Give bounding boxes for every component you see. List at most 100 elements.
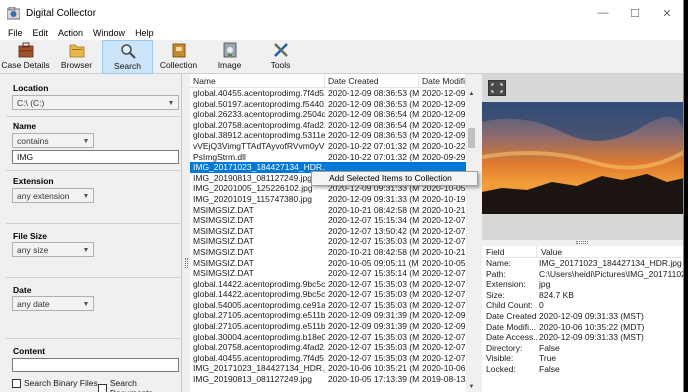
table-row[interactable]: IMG_20201019_115747380.jpg 2020-12-09 09:… bbox=[190, 194, 466, 205]
properties-rows: Name: IMG_20171023_184427134_HDR.jpg Path:… bbox=[482, 258, 684, 375]
property-field: Locked: bbox=[486, 363, 516, 374]
cell-name: global.27105.acentoprodimg.e511b... bbox=[193, 321, 325, 332]
properties-table: Field Value Name: IMG_20171023_184427134_… bbox=[482, 246, 684, 392]
table-row[interactable]: MSIMGSIZ.DAT 2020-12-07 15:35:14 (M... 202… bbox=[190, 268, 466, 279]
table-row[interactable]: MSIMGSIZ.DAT 2020-10-21 08:42:58 (M... 202… bbox=[190, 247, 466, 258]
cell-date-modified: 2020-12-09 bbox=[422, 98, 466, 109]
tools-icon bbox=[272, 42, 290, 58]
table-row[interactable]: global.50197.acentoprodimg.f5440... 2020-… bbox=[190, 99, 466, 110]
table-row[interactable]: IMG_20171023_184427134_HDR.jpg 2020-10-06… bbox=[190, 363, 466, 374]
menu-edit[interactable]: Edit bbox=[29, 28, 55, 38]
column-date-created[interactable]: Date Created bbox=[325, 74, 419, 87]
column-name[interactable]: Name bbox=[190, 74, 325, 87]
menu-action[interactable]: Action bbox=[54, 28, 89, 38]
cell-name: IMG_20190813_081127249.jpg bbox=[193, 172, 312, 183]
title-bar: Digital Collector — ☐ ✕ bbox=[0, 0, 683, 26]
cell-name: IMG_20190813_081127249.jpg bbox=[193, 374, 312, 385]
table-row[interactable]: IMG_20190813_081127249.jpg 2020-10-05 17:… bbox=[190, 374, 466, 385]
table-row[interactable]: global.14422.acentoprodimg.9bc5c... 2020-… bbox=[190, 289, 466, 300]
table-row[interactable]: MSIMGSIZ.DAT 2020-10-05 09:05:11 (M... 202… bbox=[190, 258, 466, 269]
table-row[interactable]: MSIMGSIZ.DAT 2020-10-21 08:42:58 (M... 202… bbox=[190, 205, 466, 216]
cell-date-created: 2020-10-22 07:01:32 (M... bbox=[328, 151, 419, 162]
property-row: Locked: False bbox=[482, 363, 683, 375]
cell-date-created: 2020-10-05 17:13:39 (M... bbox=[328, 374, 419, 385]
image-button[interactable]: Image bbox=[204, 40, 255, 74]
table-row[interactable]: global.14422.acentoprodimg.9bc5c... 2020-… bbox=[190, 279, 466, 290]
cell-date-created: 2020-10-21 08:42:58 (M... bbox=[328, 246, 419, 257]
maximize-button[interactable]: ☐ bbox=[619, 0, 651, 26]
results-scrollbar[interactable]: ▲ ▼ bbox=[466, 88, 477, 392]
search-binary-checkbox[interactable]: Search Binary Files bbox=[12, 378, 98, 388]
context-menu-add-to-collection[interactable]: Add Selected Items to Collection bbox=[311, 171, 478, 186]
property-field: Date Access... bbox=[486, 332, 537, 343]
cell-date-created: 2020-12-07 15:35:03 (M... bbox=[328, 342, 419, 353]
table-row[interactable]: global.27105.acentoprodimg.e511b... 2020-… bbox=[190, 321, 466, 332]
name-mode-select[interactable]: contains ▼ bbox=[12, 133, 94, 148]
table-row[interactable]: vVEjQ3VimgTTAdTAyvofRVvm0yV7... 2020-10-2… bbox=[190, 141, 466, 152]
table-row[interactable]: MSIMGSIZ.DAT 2020-12-07 15:35:03 (M... 202… bbox=[190, 236, 466, 247]
cell-date-modified: 2020-12-07 bbox=[422, 236, 466, 247]
cell-date-modified: 2020-12-07 bbox=[422, 299, 466, 310]
property-value: jpg bbox=[539, 279, 551, 290]
scroll-up-icon[interactable]: ▲ bbox=[466, 88, 477, 99]
property-row: Size: 824.7 KB bbox=[482, 290, 683, 301]
browser-button[interactable]: Browser bbox=[51, 40, 102, 74]
date-select[interactable]: any date ▼ bbox=[12, 296, 94, 311]
divider bbox=[6, 116, 180, 117]
table-row[interactable]: global.27105.acentoprodimg.e511b... 2020-… bbox=[190, 310, 466, 321]
property-row: Date Access... 2020-12-09 09:31:33 (MST) bbox=[482, 332, 683, 343]
location-select[interactable]: C:\ (C:) ▼ bbox=[12, 95, 179, 110]
property-value: C:\Users\heidi\Pictures\IMG_20171102... bbox=[539, 268, 684, 279]
splitter-grip-icon bbox=[185, 258, 188, 268]
table-row[interactable]: global.26233.acentoprodimg.2504d... 2020-… bbox=[190, 109, 466, 120]
chevron-down-icon: ▼ bbox=[82, 137, 90, 145]
search-tool-button[interactable]: Search bbox=[102, 40, 153, 74]
cell-name: global.40455.acentoprodimg.7f4d5... bbox=[193, 88, 325, 98]
table-row[interactable]: global.20758.acentoprodimg.4fad2... 2020-… bbox=[190, 342, 466, 353]
table-row[interactable]: MSIMGSIZ.DAT 2020-12-07 15:15:34 (M... 202… bbox=[190, 215, 466, 226]
horizontal-splitter-grip-icon[interactable] bbox=[576, 241, 588, 244]
property-row: Date Modifi... 2020-10-06 10:35:22 (MDT) bbox=[482, 321, 683, 333]
cell-name: global.30004.acentoprodimg.b18e0... bbox=[193, 331, 325, 342]
table-row[interactable]: global.40455.acentoprodimg.7f4d5... 2020-… bbox=[190, 88, 466, 99]
scroll-thumb[interactable] bbox=[468, 128, 475, 148]
tools-button[interactable]: Tools bbox=[255, 40, 306, 74]
case-details-button[interactable]: Case Details bbox=[0, 40, 51, 74]
table-row[interactable]: global.54005.acentoprodimg.ce91a... 2020-… bbox=[190, 300, 466, 311]
cell-name: MSIMGSIZ.DAT bbox=[193, 246, 254, 257]
column-value[interactable]: Value bbox=[537, 246, 683, 257]
menu-file[interactable]: File bbox=[4, 28, 29, 38]
chevron-down-icon: ▼ bbox=[167, 99, 175, 107]
extension-select[interactable]: any extension ▼ bbox=[12, 188, 94, 203]
cell-name: IMG_20171023_184427134_HDR.jpg bbox=[193, 162, 325, 173]
fit-to-window-icon[interactable] bbox=[488, 80, 506, 96]
table-row[interactable]: global.30004.acentoprodimg.b18e0... 2020-… bbox=[190, 332, 466, 343]
cell-date-modified: 2020-12-07 bbox=[422, 268, 466, 279]
name-label: Name bbox=[13, 121, 37, 131]
menu-help[interactable]: Help bbox=[131, 28, 160, 38]
panel-splitter[interactable] bbox=[183, 74, 189, 392]
minimize-button[interactable]: — bbox=[587, 0, 619, 26]
cell-date-created: 2020-10-21 08:42:58 (M... bbox=[328, 204, 419, 215]
property-value: 0 bbox=[539, 300, 544, 311]
table-row[interactable]: PsImgStrm.dll 2020-10-22 07:01:32 (M... 20… bbox=[190, 152, 466, 163]
scroll-down-icon[interactable]: ▼ bbox=[466, 381, 477, 392]
property-field: Date Modifi... bbox=[486, 321, 537, 332]
filesize-label: File Size bbox=[13, 231, 48, 241]
cell-date-modified: 2020-12-07 bbox=[422, 342, 466, 353]
menu-window[interactable]: Window bbox=[89, 28, 131, 38]
filesize-select[interactable]: any size ▼ bbox=[12, 242, 94, 257]
collection-button[interactable]: Collection bbox=[153, 40, 204, 74]
column-field[interactable]: Field bbox=[482, 246, 537, 257]
close-button[interactable]: ✕ bbox=[651, 0, 683, 26]
table-row[interactable]: global.38912.acentoprodimg.5311e... 2020-… bbox=[190, 130, 466, 141]
name-input[interactable]: IMG bbox=[12, 150, 179, 164]
table-row[interactable]: MSIMGSIZ.DAT 2020-12-07 13:50:42 (M... 202… bbox=[190, 226, 466, 237]
sunset-photo bbox=[482, 102, 683, 214]
search-documents-checkbox[interactable]: Search Documents bbox=[98, 378, 181, 392]
cell-date-created: 2020-12-09 08:36:54 (M... bbox=[328, 119, 419, 130]
content-input[interactable] bbox=[12, 358, 179, 372]
column-date-modified[interactable]: Date Modifi bbox=[419, 74, 466, 87]
table-row[interactable]: global.20758.acentoprodimg.4fad2... 2020-… bbox=[190, 120, 466, 131]
table-row[interactable]: global.40455.acentoprodimg.7f4d5... 2020-… bbox=[190, 353, 466, 364]
